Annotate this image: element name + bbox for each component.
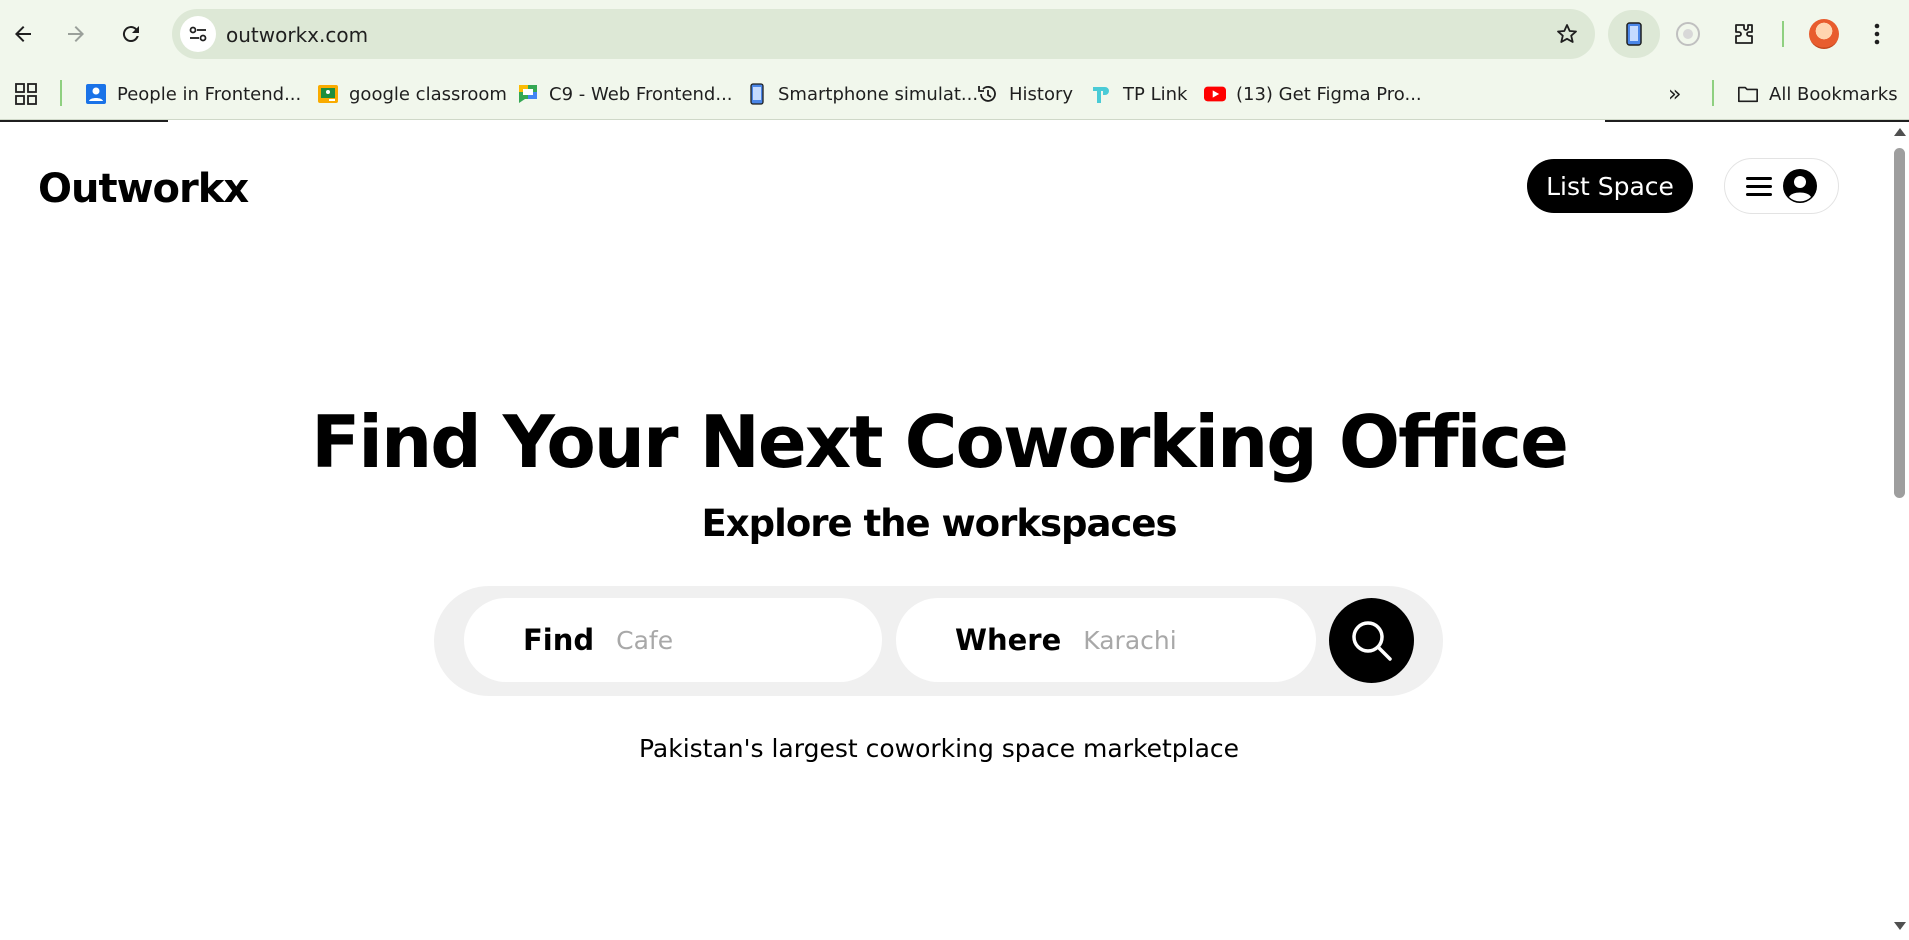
tplink-icon	[1091, 83, 1113, 105]
phone-icon	[1626, 22, 1642, 46]
page-scrollbar[interactable]	[1890, 122, 1909, 940]
scroll-up-arrow-icon[interactable]	[1894, 128, 1906, 136]
search-bar: Find Where	[434, 586, 1443, 696]
find-input[interactable]	[616, 625, 817, 655]
where-label: Where	[955, 623, 1062, 657]
search-button[interactable]	[1329, 598, 1414, 683]
back-button[interactable]	[3, 14, 43, 54]
apps-grid-icon	[15, 83, 37, 105]
reload-button[interactable]	[111, 14, 151, 54]
bookmark-item[interactable]: People in Frontend...	[85, 80, 301, 108]
bookmarks-divider	[1712, 80, 1714, 106]
bookmarks-bar: People in Frontend... google classroom C…	[0, 68, 1909, 120]
find-label: Find	[523, 623, 595, 657]
phone-icon	[746, 83, 768, 105]
puzzle-icon	[1735, 24, 1753, 44]
bookmark-label: People in Frontend...	[117, 83, 302, 105]
hamburger-menu-icon	[1745, 172, 1772, 201]
site-info-button[interactable]	[180, 16, 216, 52]
avatar	[1809, 19, 1839, 49]
site-logo[interactable]: Outworkx	[38, 166, 249, 212]
bookmarks-divider	[60, 80, 62, 106]
bookmark-star-button[interactable]	[1553, 20, 1581, 48]
chat-icon	[517, 83, 539, 105]
bookmark-label: TP Link	[1123, 83, 1188, 105]
bookmark-label: (13) Get Figma Pro...	[1236, 83, 1422, 105]
star-icon	[1557, 24, 1577, 43]
classroom-icon	[317, 83, 339, 105]
search-icon	[1351, 620, 1392, 661]
where-input[interactable]	[1083, 625, 1284, 655]
bookmark-label: google classroom	[349, 83, 507, 105]
double-chevron-icon: »	[1668, 81, 1682, 107]
find-field[interactable]: Find	[464, 598, 882, 682]
bookmark-label: C9 - Web Frontend...	[549, 83, 733, 105]
folder-icon	[1737, 83, 1759, 105]
profile-button[interactable]	[1804, 14, 1844, 54]
url-text[interactable]: outworkx.com	[226, 23, 368, 47]
all-bookmarks-label: All Bookmarks	[1769, 83, 1898, 105]
bookmark-label: Smartphone simulat...	[778, 83, 979, 105]
user-menu-button[interactable]	[1724, 158, 1839, 214]
bookmark-item[interactable]: History	[977, 80, 1073, 108]
user-account-icon	[1782, 169, 1817, 203]
recorder-icon	[1676, 22, 1700, 46]
bookmark-item[interactable]: TP Link	[1091, 80, 1187, 108]
address-bar[interactable]: outworkx.com	[172, 9, 1595, 59]
bookmark-item[interactable]: C9 - Web Frontend...	[517, 80, 733, 108]
bookmark-item[interactable]: google classroom	[317, 80, 507, 108]
where-field[interactable]: Where	[896, 598, 1316, 682]
all-bookmarks-button[interactable]: All Bookmarks	[1737, 80, 1898, 108]
tune-icon	[189, 26, 207, 42]
more-bookmarks-button[interactable]: »	[1668, 80, 1681, 108]
history-icon	[977, 83, 999, 105]
hero-subtitle: Explore the workspaces	[701, 502, 1178, 545]
youtube-icon	[1204, 83, 1226, 105]
scroll-thumb[interactable]	[1894, 148, 1905, 498]
tagline: Pakistan's largest coworking space marke…	[638, 734, 1240, 763]
bookmark-item[interactable]: Smartphone simulat...	[746, 80, 978, 108]
bookmark-item[interactable]: (13) Get Figma Pro...	[1204, 80, 1422, 108]
apps-button[interactable]	[14, 80, 38, 108]
scroll-down-arrow-icon[interactable]	[1894, 922, 1906, 930]
browser-toolbar: outworkx.com	[0, 0, 1909, 68]
kebab-menu-icon	[1874, 23, 1880, 45]
bookmark-label: History	[1009, 83, 1074, 105]
arrow-left-icon	[15, 26, 31, 42]
extensions-button[interactable]	[1724, 14, 1764, 54]
contacts-icon	[85, 83, 107, 105]
toolbar-divider	[1782, 21, 1784, 47]
browser-menu-button[interactable]	[1857, 14, 1897, 54]
reload-icon	[122, 26, 139, 43]
forward-button[interactable]	[56, 14, 96, 54]
screen-recorder-extension[interactable]	[1668, 14, 1708, 54]
list-space-button[interactable]: List Space	[1527, 159, 1693, 213]
arrow-right-icon	[68, 26, 84, 42]
hero-title: Find Your Next Coworking Office	[311, 400, 1569, 484]
device-toolbar-extension[interactable]	[1608, 10, 1660, 58]
page-content: Outworkx List Space Find Your Next Cowor…	[0, 122, 1890, 940]
